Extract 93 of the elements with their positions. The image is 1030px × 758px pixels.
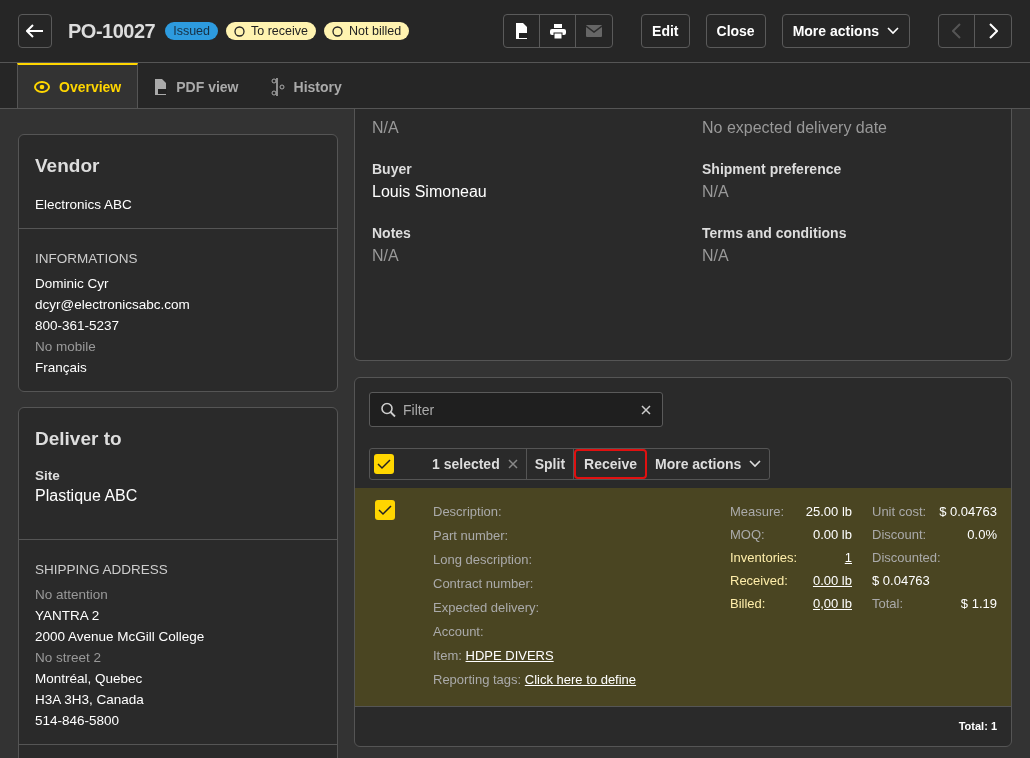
check-icon — [377, 458, 391, 470]
eye-icon — [34, 80, 50, 93]
field-value: 0.0% — [967, 526, 997, 544]
field-label: Billed: — [730, 595, 766, 613]
field-label: MOQ: — [730, 526, 765, 544]
contact-line: No street 2 — [35, 649, 103, 667]
field-label: Reporting tags: — [433, 672, 522, 687]
chevron-down-icon — [749, 460, 762, 468]
card-title: Vendor — [35, 155, 101, 177]
total-count: Total: 1 — [958, 720, 997, 732]
circle-icon — [332, 25, 343, 37]
row-checkbox[interactable] — [375, 500, 395, 520]
more-actions-button[interactable]: More actions — [781, 14, 910, 48]
badge-label: To receive — [251, 24, 308, 38]
field-label: Unit cost: — [872, 503, 927, 521]
select-all-checkbox[interactable] — [374, 454, 394, 474]
field-value: No expected delivery date — [702, 119, 888, 137]
vendor-name: Electronics ABC — [35, 196, 133, 214]
field-label: Buyer — [372, 161, 413, 177]
field-label: Description: — [433, 504, 502, 519]
field-label: Account: — [433, 624, 484, 639]
field-link[interactable]: Click here to define — [524, 672, 637, 687]
field-label: Terms and conditions — [702, 225, 848, 241]
field-label: Inventories: — [730, 549, 798, 567]
field-label: Long description: — [433, 552, 532, 567]
field-value: Louis Simoneau — [372, 183, 488, 201]
field-label: Received: — [730, 572, 788, 590]
pdf-file-icon — [154, 78, 168, 95]
printer-icon — [549, 23, 566, 39]
toolbar-button[interactable]: Edit — [641, 14, 690, 48]
circle-icon — [234, 25, 245, 37]
check-icon — [378, 504, 392, 516]
contact-line: Dominic Cyr — [35, 275, 110, 293]
toolbar-button[interactable]: Close — [705, 14, 766, 48]
page-title: PO-10027 — [68, 19, 156, 43]
chevron-right-icon — [988, 23, 998, 39]
badge-label: Issued — [173, 24, 210, 38]
contact-line: No mobile — [35, 338, 97, 356]
field-value: N/A — [372, 247, 400, 265]
field-label: Part number: — [433, 528, 509, 543]
back-button[interactable] — [18, 14, 52, 48]
field-value: N/A — [702, 183, 730, 201]
field-value: $ 0.04763 — [939, 503, 997, 521]
field-link[interactable]: 1 — [844, 546, 852, 569]
badge-label: Not billed — [349, 24, 402, 38]
contact-line: Français — [35, 359, 88, 377]
site-name: Plastique ABC — [35, 487, 139, 505]
field-label: Contract number: — [433, 576, 534, 591]
field-link[interactable]: 0.00 lb — [812, 569, 852, 592]
tab[interactable]: Overview — [17, 63, 139, 108]
contact-line: 2000 Avenue McGill College — [35, 628, 206, 646]
contact-line: 514-846-5800 — [35, 712, 121, 730]
card-title: Deliver to — [35, 428, 123, 450]
field-label: Site — [35, 468, 61, 483]
more-actions-button[interactable]: More actions — [647, 449, 770, 479]
contact-line: H3A 3H3, Canada — [35, 691, 145, 709]
field-label: Notes — [372, 225, 412, 241]
branch-icon — [270, 77, 285, 96]
field-link[interactable]: HDPE DIVERS — [465, 648, 554, 663]
field-value: 25.00 lb — [805, 503, 852, 521]
section-heading: SHIPPING ADDRESS — [35, 562, 169, 577]
field-value: $ 0.04763 — [872, 572, 931, 590]
contact-line: Montréal, Quebec — [35, 670, 144, 688]
pdf-file-icon — [515, 23, 529, 39]
field-value: $ 1.19 — [960, 595, 997, 613]
chevron-down-icon — [887, 27, 899, 35]
back-arrow-icon — [26, 24, 44, 38]
field-label: Shipment preference — [702, 161, 843, 177]
tab[interactable]: History — [254, 63, 358, 108]
field-value: 0.00 lb — [812, 526, 852, 544]
contact-line: YANTRA 2 — [35, 607, 101, 625]
field-label: Expected delivery: — [433, 600, 540, 615]
field-label: Discounted: — [872, 549, 942, 567]
line-item[interactable] — [355, 488, 1011, 706]
close-icon[interactable] — [641, 404, 651, 415]
action-button[interactable]: Split — [526, 449, 575, 479]
contact-line: 800-361-5237 — [35, 317, 121, 335]
field-value: N/A — [702, 247, 730, 265]
selected-count: 1 selected — [432, 456, 500, 472]
tab[interactable]: PDF view — [138, 63, 255, 108]
field-label: Discount: — [872, 526, 927, 544]
field-link[interactable]: 0,00 lb — [812, 592, 852, 615]
contact-line: dcyr@electronicsabc.com — [35, 296, 191, 314]
contact-line: No attention — [35, 586, 109, 604]
filter-field[interactable]: Filter — [369, 392, 663, 427]
field-label: Total: — [872, 595, 904, 613]
action-button[interactable]: Receive — [574, 449, 647, 479]
envelope-icon — [586, 25, 603, 37]
field-label: Measure: — [730, 503, 785, 521]
section-heading: INFORMATIONS — [35, 251, 139, 266]
field-label: Item: — [433, 648, 462, 663]
chevron-left-icon — [952, 23, 961, 39]
field-value: N/A — [372, 119, 400, 137]
